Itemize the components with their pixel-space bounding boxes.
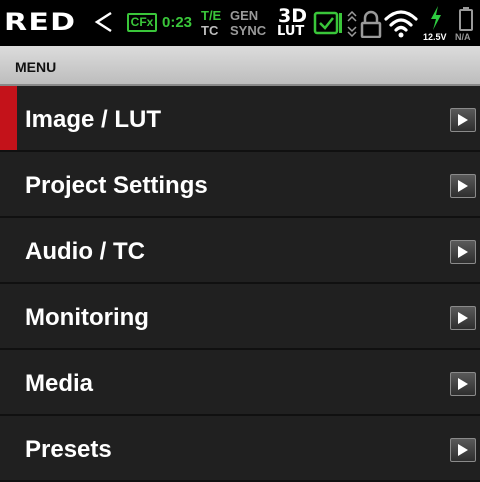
menu-item-audio-tc[interactable]: Audio / TC [0,218,480,284]
battery-status: N/A [455,32,471,42]
menu-item-label: Image / LUT [25,106,162,133]
battery-voltage: 12.5V [423,32,447,42]
status-bar: RED CFx 0:23 T/E TC GEN SYNC 3D LUT 12.5… [0,0,480,46]
scroll-indicator-icon [346,10,358,42]
menu-list: Image / LUT Project Settings Audio / TC … [0,86,480,482]
lut-label: LUT [277,24,305,39]
power-bolt-icon [430,6,442,35]
cfx-time: 0:23 [162,14,193,31]
chevron-right-icon[interactable] [450,438,476,462]
lock-icon [360,10,382,43]
chevron-right-icon[interactable] [450,306,476,330]
chevron-right-icon[interactable] [450,108,476,132]
chevron-left-icon[interactable] [93,10,115,39]
selection-indicator [0,86,17,150]
check-box-icon [313,9,343,42]
menu-item-image-lut[interactable]: Image / LUT [0,86,480,152]
menu-item-presets[interactable]: Presets [0,416,480,482]
menu-item-monitoring[interactable]: Monitoring [0,284,480,350]
menu-item-label: Audio / TC [25,238,145,265]
menu-header: MENU [0,46,480,86]
menu-title: MENU [15,59,57,75]
te-indicator: T/E [201,8,222,23]
menu-item-media[interactable]: Media [0,350,480,416]
chevron-right-icon[interactable] [450,174,476,198]
chevron-right-icon[interactable] [450,372,476,396]
menu-item-label: Presets [25,436,112,463]
red-logo: RED [4,8,77,36]
lut-3d-label: 3D [278,5,307,27]
menu-item-label: Media [25,370,94,397]
sync-indicator: SYNC [230,23,267,38]
menu-item-project-settings[interactable]: Project Settings [0,152,480,218]
menu-item-label: Monitoring [25,304,149,331]
cfx-badge: CFx [127,13,157,32]
gen-indicator: GEN [230,8,259,23]
tc-indicator: TC [201,23,219,38]
menu-item-label: Project Settings [25,172,208,199]
chevron-right-icon[interactable] [450,240,476,264]
wifi-icon [384,8,418,43]
